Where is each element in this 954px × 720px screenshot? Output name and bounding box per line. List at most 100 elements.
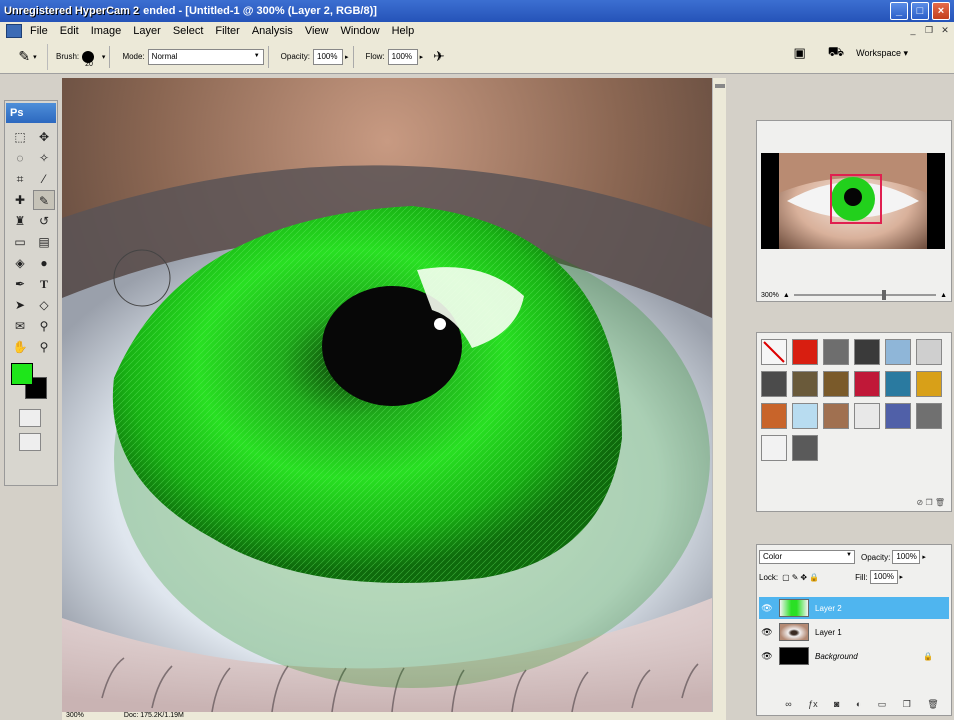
delete-layer-icon[interactable]: 🗑 bbox=[927, 699, 938, 713]
marquee-tool-icon[interactable]: ⬚ bbox=[9, 127, 31, 147]
zoom-out-icon[interactable]: ▲ bbox=[783, 292, 790, 299]
brush-dropdown-icon[interactable]: ▾ bbox=[102, 53, 106, 61]
eyedropper-icon[interactable]: ⚲ bbox=[33, 316, 55, 336]
doc-minimize-icon[interactable]: _ bbox=[906, 24, 920, 37]
fill-slider-icon[interactable]: ▸ bbox=[900, 573, 904, 581]
gradient-tool-icon[interactable]: ▤ bbox=[33, 232, 55, 252]
menu-layer[interactable]: Layer bbox=[129, 25, 169, 37]
mode-select[interactable]: Normal ▼ bbox=[147, 48, 264, 65]
layer-mask-icon[interactable]: ◙ bbox=[834, 699, 839, 713]
move-tool-icon[interactable]: ✥ bbox=[33, 127, 55, 147]
lock-image-icon[interactable]: ✎ bbox=[792, 573, 799, 582]
clear-style-icon[interactable]: ⊘ bbox=[917, 498, 924, 507]
slice-tool-icon[interactable]: ⁄ bbox=[33, 169, 55, 189]
link-layers-icon[interactable]: ∞ bbox=[785, 699, 791, 713]
menu-analysis[interactable]: Analysis bbox=[248, 25, 301, 37]
navigator-zoom-value[interactable]: 300% bbox=[761, 292, 779, 299]
style-swatch[interactable] bbox=[761, 339, 787, 365]
style-swatch[interactable] bbox=[761, 435, 787, 461]
menu-image[interactable]: Image bbox=[87, 25, 130, 37]
lasso-tool-icon[interactable]: ◌ bbox=[9, 148, 31, 168]
screen-mode-button[interactable] bbox=[19, 433, 41, 451]
style-swatch[interactable] bbox=[916, 403, 942, 429]
hand-tool-icon[interactable]: ✋ bbox=[9, 337, 31, 357]
palette-well-icon[interactable]: ▣ bbox=[793, 45, 805, 61]
style-swatch[interactable] bbox=[823, 339, 849, 365]
visibility-eye-icon[interactable]: 👁 bbox=[759, 603, 775, 614]
layer-name[interactable]: Background bbox=[815, 652, 858, 661]
zoom-slider-knob[interactable] bbox=[882, 290, 887, 300]
menu-help[interactable]: Help bbox=[388, 25, 423, 37]
menu-edit[interactable]: Edit bbox=[56, 25, 87, 37]
menu-view[interactable]: View bbox=[301, 25, 337, 37]
notes-tool-icon[interactable]: ✉ bbox=[9, 316, 31, 336]
style-swatch[interactable] bbox=[792, 371, 818, 397]
doc-close-icon[interactable]: ✕ bbox=[938, 24, 952, 37]
style-swatch[interactable] bbox=[885, 403, 911, 429]
style-swatch[interactable] bbox=[823, 371, 849, 397]
healing-brush-icon[interactable]: ✚ bbox=[9, 190, 31, 210]
tool-preset-picker[interactable]: ✎ ▾ bbox=[8, 43, 48, 70]
menu-window[interactable]: Window bbox=[336, 25, 387, 37]
flow-slider-icon[interactable]: ▸ bbox=[420, 53, 424, 61]
crop-tool-icon[interactable]: ⌗ bbox=[9, 169, 31, 189]
style-swatch[interactable] bbox=[823, 403, 849, 429]
menu-file[interactable]: File bbox=[26, 25, 56, 37]
airbrush-icon[interactable]: ✈ bbox=[433, 48, 445, 65]
style-swatch[interactable] bbox=[916, 371, 942, 397]
history-brush-icon[interactable]: ↺ bbox=[33, 211, 55, 231]
zoom-slider[interactable] bbox=[793, 290, 937, 300]
new-layer-icon[interactable]: ❐ bbox=[903, 699, 911, 713]
layer-style-icon[interactable]: ƒx bbox=[808, 699, 818, 713]
style-swatch[interactable] bbox=[792, 339, 818, 365]
canvas-vertical-scrollbar[interactable] bbox=[712, 78, 726, 712]
blend-mode-select[interactable]: Color ▼ bbox=[759, 550, 855, 564]
maximize-button[interactable]: □ bbox=[911, 2, 929, 20]
new-group-icon[interactable]: ▭ bbox=[878, 699, 887, 713]
visibility-eye-icon[interactable]: 👁 bbox=[759, 627, 775, 638]
opacity-slider-icon[interactable]: ▸ bbox=[922, 553, 926, 561]
visibility-eye-icon[interactable]: 👁 bbox=[759, 651, 775, 662]
brush-tool-icon[interactable]: ✎ bbox=[33, 190, 55, 210]
style-swatch[interactable] bbox=[885, 371, 911, 397]
type-tool-icon[interactable]: T bbox=[33, 274, 55, 294]
pen-tool-icon[interactable]: ✒ bbox=[9, 274, 31, 294]
quick-mask-button[interactable] bbox=[19, 409, 41, 427]
layer-row[interactable]: 👁 Layer 2 bbox=[759, 597, 949, 619]
foreground-color[interactable] bbox=[11, 363, 33, 385]
style-swatch[interactable] bbox=[854, 339, 880, 365]
style-swatch[interactable] bbox=[792, 435, 818, 461]
shape-tool-icon[interactable]: ◇ bbox=[33, 295, 55, 315]
document-canvas[interactable] bbox=[62, 78, 712, 712]
style-swatch[interactable] bbox=[854, 371, 880, 397]
opacity-slider-icon[interactable]: ▸ bbox=[345, 53, 349, 61]
zoom-tool-icon[interactable]: ⚲ bbox=[33, 337, 55, 357]
path-selection-icon[interactable]: ➤ bbox=[9, 295, 31, 315]
doc-restore-icon[interactable]: ❐ bbox=[922, 24, 936, 37]
layer-name[interactable]: Layer 2 bbox=[815, 604, 842, 613]
style-swatch[interactable] bbox=[854, 403, 880, 429]
clone-stamp-icon[interactable]: ♜ bbox=[9, 211, 31, 231]
lock-all-icon[interactable]: 🔒 bbox=[809, 573, 819, 582]
menu-select[interactable]: Select bbox=[169, 25, 212, 37]
magic-wand-icon[interactable]: ✧ bbox=[33, 148, 55, 168]
fill-input[interactable]: 100% bbox=[869, 570, 898, 584]
delete-style-icon[interactable]: 🗑 bbox=[935, 498, 945, 507]
menu-filter[interactable]: Filter bbox=[211, 25, 247, 37]
style-swatch[interactable] bbox=[792, 403, 818, 429]
layer-name[interactable]: Layer 1 bbox=[815, 628, 842, 637]
lock-transparent-icon[interactable]: ▢ bbox=[782, 573, 790, 582]
bridge-icon[interactable]: ⛟ bbox=[828, 44, 844, 62]
minimize-button[interactable]: _ bbox=[890, 2, 908, 20]
flow-input[interactable]: 100% bbox=[387, 48, 418, 65]
blur-tool-icon[interactable]: ◈ bbox=[9, 253, 31, 273]
layer-opacity-input[interactable]: 100% bbox=[892, 550, 921, 564]
style-swatch[interactable] bbox=[761, 403, 787, 429]
navigator-preview[interactable] bbox=[761, 153, 945, 249]
status-zoom[interactable]: 300% bbox=[66, 712, 84, 720]
layer-row[interactable]: 👁 Background 🔒 bbox=[759, 645, 949, 667]
layer-row[interactable]: 👁 Layer 1 bbox=[759, 621, 949, 643]
opacity-input[interactable]: 100% bbox=[313, 48, 344, 65]
style-swatch[interactable] bbox=[761, 371, 787, 397]
lock-position-icon[interactable]: ✥ bbox=[800, 573, 807, 582]
